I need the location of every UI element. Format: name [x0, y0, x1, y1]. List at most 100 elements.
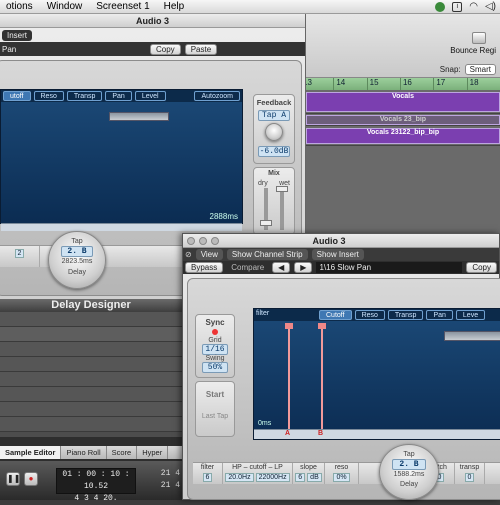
tab-transp[interactable]: Transp: [66, 91, 103, 101]
dry-slider-thumb[interactable]: [260, 220, 272, 226]
tap-line-a[interactable]: [288, 323, 290, 429]
snap-select[interactable]: Smart: [464, 64, 496, 75]
position-display[interactable]: 01 : 00 : 10 : 10.52 4 3 4 20.: [56, 468, 136, 503]
tab-cutoff[interactable]: utoff: [3, 91, 31, 101]
pause-icon[interactable]: ❚❚: [6, 472, 20, 486]
audio-region[interactable]: Vocals: [306, 92, 500, 112]
menu-window[interactable]: Window: [41, 1, 91, 12]
wet-slider-thumb[interactable]: [276, 186, 288, 192]
bypass-button[interactable]: Bypass: [185, 262, 224, 273]
left-cell-value[interactable]: 2: [14, 249, 25, 258]
tempo-display[interactable]: 21 4 21 4: [140, 468, 180, 494]
autozoom-button[interactable]: Autozoom: [194, 91, 240, 101]
feedback-value[interactable]: -6.0dB: [258, 146, 290, 157]
knob-value[interactable]: 2. B: [392, 459, 426, 470]
sync-led: [212, 329, 218, 335]
grid-value[interactable]: 1/16: [202, 344, 228, 355]
param-value[interactable]: 20.0Hz: [225, 473, 254, 482]
menu-options[interactable]: otions: [0, 1, 41, 12]
wifi-icon[interactable]: ◠: [469, 1, 478, 12]
volume-icon[interactable]: ◁): [485, 1, 496, 12]
tap-panel: Start Last Tap: [195, 381, 235, 437]
tab-pan[interactable]: Pan: [105, 91, 132, 101]
show-insert-menu[interactable]: Show Insert: [311, 249, 364, 260]
window-titlebar[interactable]: Audio 3: [183, 234, 499, 248]
insert-menu[interactable]: Insert: [2, 29, 33, 41]
ruler-tick: 18: [466, 78, 500, 90]
start-button[interactable]: Start: [196, 390, 234, 399]
last-tap-button[interactable]: Last Tap: [196, 413, 234, 420]
view-menu[interactable]: View: [195, 249, 223, 260]
tap-bar[interactable]: [444, 331, 500, 341]
tab-level[interactable]: Level: [134, 91, 166, 101]
paste-button[interactable]: Paste: [184, 43, 218, 55]
window-controls: [187, 236, 219, 245]
tap-marker-a[interactable]: A: [285, 430, 290, 437]
plugin-header: ⊘ View Show Channel Strip Show Insert: [183, 248, 499, 261]
copy-button[interactable]: Copy: [466, 262, 497, 273]
tap-marker-b[interactable]: B: [318, 430, 323, 437]
feedback-knob[interactable]: [265, 123, 283, 141]
bounce-button-label[interactable]: Bounce Regi: [450, 46, 496, 55]
param-value[interactable]: 22000Hz: [255, 473, 290, 482]
param-value[interactable]: 0: [464, 473, 475, 482]
audio-region[interactable]: Vocals 23_bip: [306, 115, 500, 125]
tab-score[interactable]: Score: [107, 446, 138, 459]
tab-pan[interactable]: Pan: [426, 310, 453, 320]
preset-name[interactable]: Pan: [2, 45, 132, 54]
tap-handle-a[interactable]: [285, 323, 293, 329]
sync-button[interactable]: Sync: [196, 318, 234, 327]
param-value[interactable]: 6: [202, 473, 213, 482]
param-value[interactable]: 6: [295, 473, 306, 482]
tap-overview-strip[interactable]: [1, 223, 242, 231]
menu-screenset[interactable]: Screenset 1: [90, 1, 157, 12]
minimize-icon[interactable]: [199, 236, 207, 245]
menu-help[interactable]: Help: [158, 1, 193, 12]
ruler-tick: 15: [366, 78, 400, 90]
tab-reso[interactable]: Reso: [33, 91, 64, 101]
tap-bar[interactable]: [109, 112, 169, 121]
param-value[interactable]: 0%: [333, 473, 350, 482]
ruler-tick: 16: [399, 78, 433, 90]
zoom-icon[interactable]: [211, 236, 219, 245]
previous-preset-button[interactable]: ◀: [272, 262, 291, 273]
knob-value[interactable]: 2. B: [61, 246, 93, 257]
tab-level[interactable]: Leve: [455, 310, 486, 320]
link-icon[interactable]: ⊘: [185, 250, 192, 259]
delay-knob[interactable]: Tap 2. B 1588.2ms Delay: [379, 444, 439, 500]
tap-overview-strip[interactable]: A B: [254, 429, 500, 439]
window-titlebar[interactable]: Audio 3: [0, 14, 305, 28]
copy-button[interactable]: Copy: [150, 43, 181, 55]
show-channel-strip-menu[interactable]: Show Channel Strip: [226, 249, 308, 260]
bounce-icon[interactable]: [472, 32, 486, 44]
tab-sample-editor[interactable]: Sample Editor: [0, 446, 62, 459]
sync-icon[interactable]: [435, 1, 446, 12]
info-icon[interactable]: i: [452, 1, 463, 12]
tap-line-b[interactable]: [321, 323, 323, 429]
snap-control: Snap: Smart: [440, 64, 496, 75]
wet-slider[interactable]: [280, 188, 284, 230]
param-cutoff: HP – cutoff – LP 20.0Hz 22000Hz: [223, 463, 293, 484]
audio-region[interactable]: Vocals 23122_bip_bip: [306, 128, 500, 144]
tab-hyper[interactable]: Hyper: [137, 446, 169, 459]
delay-knob[interactable]: Tap 2. B 2823.5ms Delay: [48, 231, 106, 289]
tab-cutoff[interactable]: Cutoff: [319, 310, 352, 320]
tab-reso[interactable]: Reso: [354, 310, 385, 320]
tap-display[interactable]: filter Cutoff Reso Transp Pan Leve 0ms A…: [253, 308, 500, 440]
tap-display[interactable]: utoff Reso Transp Pan Level Autozoom 288…: [0, 89, 243, 231]
knob-tap-label: Tap: [71, 238, 83, 245]
preset-menu[interactable]: 1\16 Slow Pan: [316, 262, 463, 273]
close-icon[interactable]: [187, 236, 195, 245]
tap-handle-b[interactable]: [318, 323, 326, 329]
parameter-tabs: utoff Reso Transp Pan Level Autozoom: [1, 90, 242, 102]
compare-button[interactable]: Compare: [231, 263, 264, 272]
knob-ms: 2823.5ms: [61, 258, 93, 265]
bar-ruler[interactable]: 13 14 15 16 17 18: [300, 78, 500, 90]
tab-piano-roll[interactable]: Piano Roll: [61, 446, 107, 459]
record-icon[interactable]: ●: [24, 472, 38, 486]
tap-select[interactable]: Tap A: [258, 110, 290, 121]
smpte-position: 01 : 00 : 10 : 10.52: [62, 470, 130, 491]
next-preset-button[interactable]: ▶: [294, 262, 313, 273]
tab-transp[interactable]: Transp: [387, 310, 424, 320]
swing-value[interactable]: 50%: [202, 362, 228, 373]
